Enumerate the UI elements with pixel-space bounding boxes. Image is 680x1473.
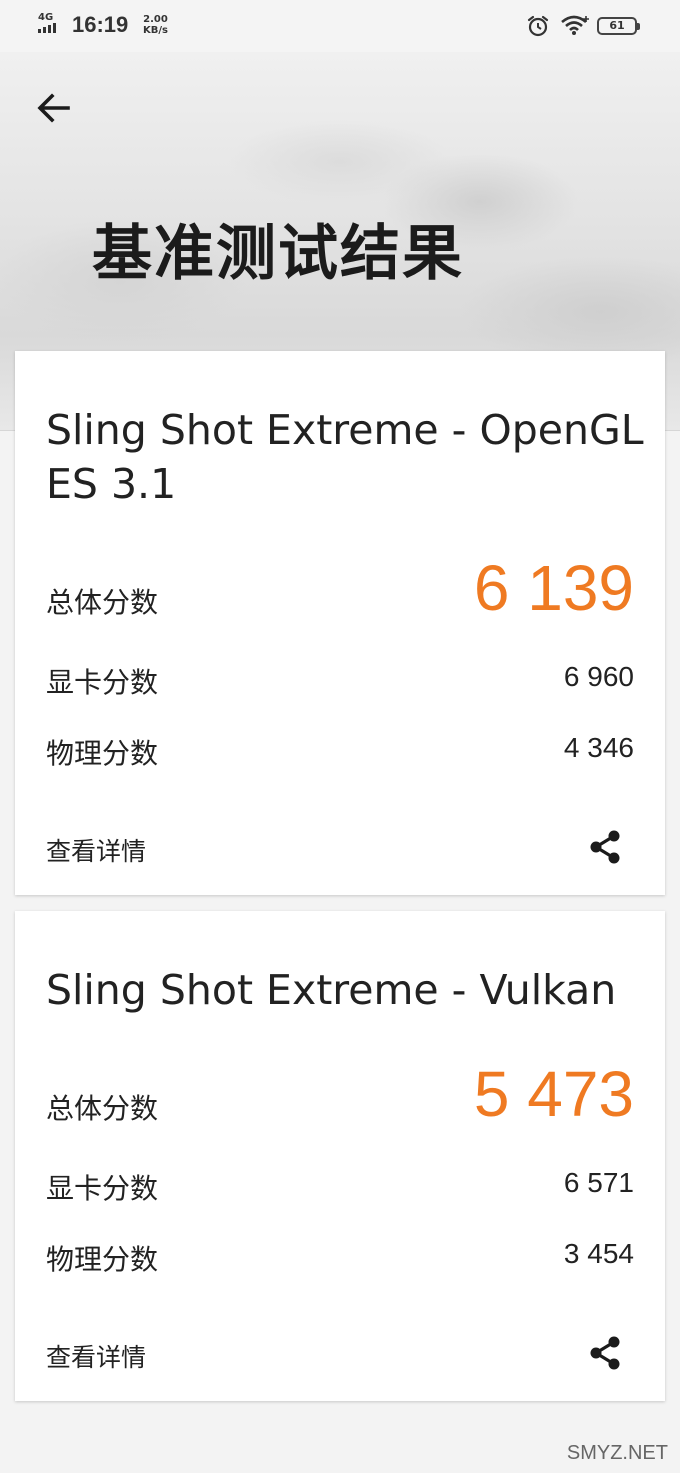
network-speed-unit: KB/s — [143, 25, 168, 36]
wifi-icon — [560, 14, 590, 40]
network-speed-value: 2.00 — [143, 14, 168, 25]
physics-score-value: 4 346 — [563, 732, 634, 763]
result-card-vulkan: Sling Shot Extreme - Vulkan 总体分数 5 473 显… — [15, 911, 665, 1401]
watermark: SMYZ.NET — [566, 1442, 668, 1464]
network-speed: 2.00 KB/s — [143, 14, 168, 36]
back-arrow-icon[interactable] — [32, 88, 76, 128]
signal-icon — [38, 23, 56, 33]
alarm-icon — [526, 14, 550, 42]
physics-score-label: 物理分数 — [46, 1243, 159, 1276]
view-details-link[interactable]: 查看详情 — [46, 832, 146, 868]
test-title: Sling Shot Extreme - OpenGL ES 3.1 — [46, 406, 644, 508]
battery-icon: 61 — [597, 17, 640, 35]
physics-score-value: 3 454 — [563, 1238, 634, 1269]
test-title: Sling Shot Extreme - Vulkan — [46, 966, 617, 1014]
network-type: 4G — [38, 12, 54, 23]
share-icon[interactable] — [585, 827, 625, 867]
graphics-score-label: 显卡分数 — [46, 1172, 159, 1205]
view-details-link[interactable]: 查看详情 — [46, 1338, 146, 1374]
graphics-score-value: 6 571 — [563, 1167, 634, 1198]
result-card-opengl: Sling Shot Extreme - OpenGL ES 3.1 总体分数 … — [15, 351, 665, 895]
overall-score-value: 5 473 — [473, 1058, 634, 1130]
physics-score-label: 物理分数 — [46, 737, 159, 770]
overall-score-label: 总体分数 — [46, 1092, 159, 1125]
overall-score-label: 总体分数 — [46, 586, 159, 619]
share-icon[interactable] — [585, 1333, 625, 1373]
status-time: 16:19 — [72, 12, 129, 37]
status-bar: 4G 16:19 2.00 KB/s 61 — [0, 0, 680, 52]
graphics-score-value: 6 960 — [563, 661, 634, 692]
page-title: 基准测试结果 — [92, 219, 464, 289]
overall-score-value: 6 139 — [473, 552, 634, 624]
graphics-score-label: 显卡分数 — [46, 666, 159, 699]
